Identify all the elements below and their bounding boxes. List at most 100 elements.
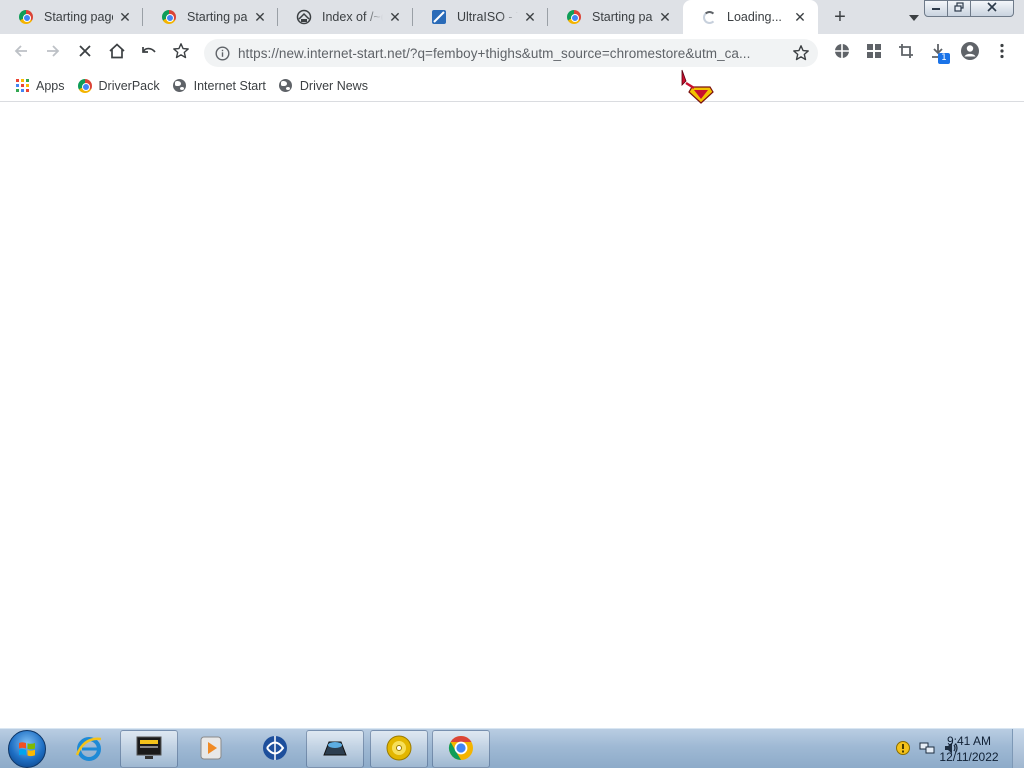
tab-starting-page-3[interactable]: Starting page ✕ [548, 0, 683, 34]
bookmark-manager-button[interactable] [169, 40, 193, 64]
info-icon[interactable] [214, 45, 230, 61]
browser-menu-button[interactable] [990, 40, 1014, 64]
security-shield-icon[interactable] [894, 739, 912, 757]
close-icon [987, 2, 997, 15]
bookmark-driver-news[interactable]: Driver News [276, 74, 374, 98]
extensions-grid-button[interactable] [862, 40, 886, 64]
forward-button[interactable] [41, 40, 65, 64]
bookmark-apps[interactable]: Apps [12, 74, 71, 98]
clock-time: 9:41 AM [946, 734, 992, 748]
tab-index-of[interactable]: Index of /~de ✕ [278, 0, 413, 34]
show-desktop-button[interactable] [1012, 729, 1024, 768]
minimize-icon [931, 3, 941, 14]
system-clock[interactable]: 9:41 AM 12/11/2022 [934, 733, 1004, 765]
taskbar-disc-burner[interactable] [370, 730, 428, 768]
window-controls [924, 0, 1014, 17]
media-center-icon [134, 733, 164, 766]
close-icon[interactable]: ✕ [252, 9, 268, 25]
clock-date: 12/11/2022 [939, 750, 999, 764]
star-outline-icon [172, 42, 190, 63]
chrome-icon [566, 9, 582, 25]
back-arrow-icon [13, 43, 29, 62]
download-count-badge: 1 [938, 53, 950, 64]
tab-strip: Starting page ✕ Starting page ✕ Index of… [0, 0, 1024, 34]
app-icon [320, 733, 350, 766]
close-window-button[interactable] [970, 0, 1014, 17]
taskbar-app[interactable] [306, 730, 364, 768]
chevron-down-icon [909, 13, 919, 24]
tab-title: Starting page [44, 10, 113, 24]
home-icon [108, 42, 126, 63]
restore-button[interactable] [947, 0, 971, 17]
undo-close-tab-button[interactable] [137, 40, 161, 64]
chrome-taskbar-icon [446, 733, 476, 766]
minimize-button[interactable] [924, 0, 948, 17]
bookmark-label: Apps [36, 78, 65, 93]
cd-disc-icon [384, 733, 414, 766]
globe-icon [278, 78, 294, 94]
close-icon[interactable]: ✕ [522, 9, 538, 25]
globe-icon [172, 78, 188, 94]
kebab-menu-icon [1000, 43, 1004, 62]
windows-logo-icon [8, 730, 46, 768]
taskbar-internet-explorer[interactable] [60, 730, 118, 768]
start-button[interactable] [4, 729, 50, 768]
bookmark-internet-start[interactable]: Internet Start [170, 74, 272, 98]
internet-explorer-icon [74, 733, 104, 766]
close-icon[interactable]: ✕ [792, 9, 808, 25]
tab-starting-page-1[interactable]: Starting page ✕ [0, 0, 143, 34]
undo-icon [140, 43, 158, 62]
page-content-area[interactable] [0, 103, 1024, 728]
stop-loading-button[interactable] [73, 40, 97, 64]
grid-icon [866, 43, 882, 62]
taskbar-media-player[interactable] [182, 730, 240, 768]
new-tab-button[interactable]: + [828, 5, 852, 29]
chrome-icon [18, 9, 34, 25]
ultraiso-icon [431, 9, 447, 25]
loading-spinner-icon [701, 9, 717, 25]
bookmark-label: DriverPack [98, 78, 160, 93]
media-player-icon [196, 733, 226, 766]
browser-toolbar: https://new.internet-start.net/?q=femboy… [0, 34, 1024, 70]
tab-title: Starting page [187, 10, 248, 24]
bookmark-label: Driver News [299, 78, 368, 93]
bookmark-label: Internet Start [193, 78, 266, 93]
crop-extension-button[interactable] [894, 40, 918, 64]
restore-icon [954, 2, 964, 15]
close-icon[interactable]: ✕ [117, 9, 133, 25]
extension-globe-icon [834, 43, 850, 62]
taskbar-media-center[interactable] [120, 730, 178, 768]
taskbar-network-app[interactable] [246, 730, 304, 768]
stop-x-icon [78, 44, 92, 61]
profile-button[interactable] [958, 40, 982, 64]
tab-loading-active[interactable]: Loading... ✕ [683, 0, 818, 34]
address-bar[interactable]: https://new.internet-start.net/?q=femboy… [204, 39, 818, 67]
tab-title: UltraISO - Th [457, 10, 518, 24]
superman-cursor-icon [680, 69, 720, 105]
chrome-icon [161, 9, 177, 25]
downloads-button[interactable]: 1 [926, 40, 950, 64]
driverpack-icon [77, 78, 93, 94]
account-icon [960, 41, 980, 64]
index-page-icon [296, 9, 312, 25]
crop-icon [898, 43, 914, 62]
bookmark-star-icon[interactable] [792, 44, 810, 62]
bookmarks-bar: Apps DriverPack Internet Start Driver Ne… [0, 70, 1024, 102]
tab-title: Loading... [727, 10, 782, 24]
close-icon[interactable]: ✕ [387, 9, 403, 25]
apps-grid-icon [14, 78, 30, 94]
tab-starting-page-2[interactable]: Starting page ✕ [143, 0, 278, 34]
bookmark-driverpack[interactable]: DriverPack [75, 74, 166, 98]
home-button[interactable] [105, 40, 129, 64]
close-icon[interactable]: ✕ [657, 9, 673, 25]
tab-title: Starting page [592, 10, 653, 24]
taskbar-chrome[interactable] [432, 730, 490, 768]
tab-search-button[interactable] [906, 10, 922, 26]
windows-taskbar: 9:41 AM 12/11/2022 [0, 728, 1024, 768]
back-button[interactable] [9, 40, 33, 64]
tab-ultraiso[interactable]: UltraISO - Th ✕ [413, 0, 548, 34]
extension-button[interactable] [830, 40, 854, 64]
tab-title: Index of /~de [322, 10, 383, 24]
url-text[interactable]: https://new.internet-start.net/?q=femboy… [238, 46, 778, 61]
forward-arrow-icon [45, 43, 61, 62]
